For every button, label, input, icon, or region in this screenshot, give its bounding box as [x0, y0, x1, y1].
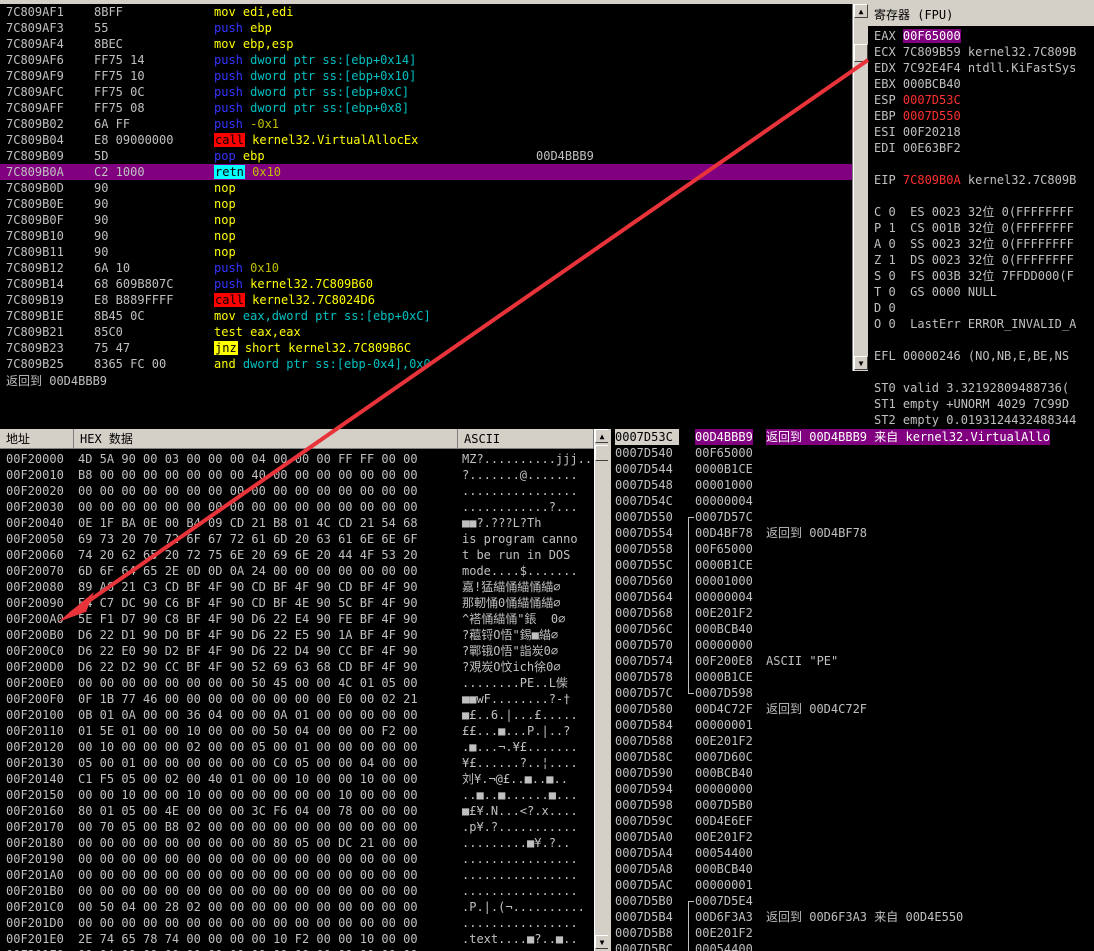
annotation-arrow	[58, 58, 870, 622]
arrow-line	[68, 58, 870, 616]
